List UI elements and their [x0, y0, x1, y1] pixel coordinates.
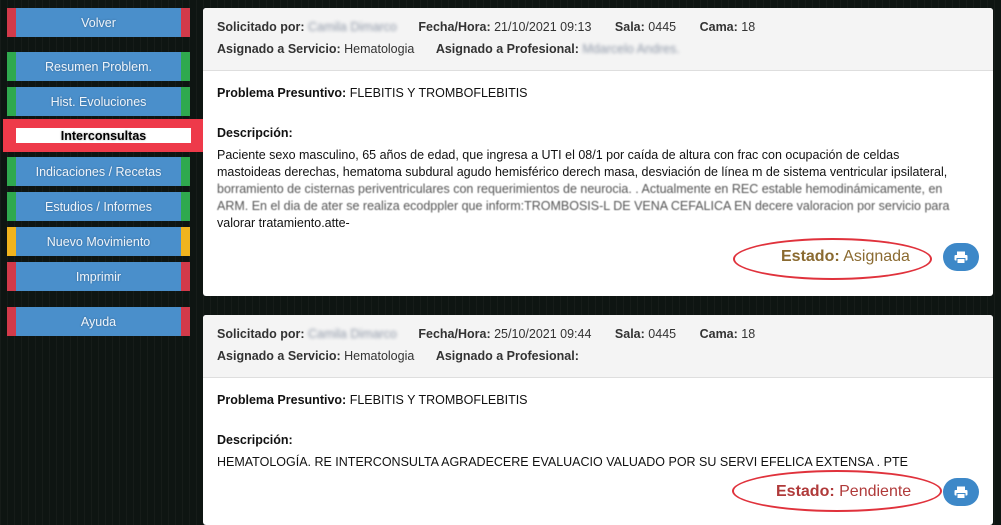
resumen-problemas-label: Resumen Problem.	[45, 59, 152, 74]
sala-value: 0445	[648, 20, 677, 34]
descripcion-line: ARM. En el dia de ater se realiza ecodpp…	[217, 199, 950, 213]
problema-row: Problema Presuntivo: FLEBITIS Y TROMBOFL…	[217, 85, 979, 102]
indicaciones-recetas-label: Indicaciones / Recetas	[35, 164, 162, 179]
nuevo-movimiento-button[interactable]: Nuevo Movimiento	[7, 227, 190, 256]
indicaciones-recetas-button[interactable]: Indicaciones / Recetas	[7, 157, 190, 186]
ayuda-button[interactable]: Ayuda	[7, 307, 190, 336]
printer-icon	[954, 486, 968, 499]
solicitado-label: Solicitado por:	[217, 327, 305, 341]
sala-label: Sala:	[614, 327, 645, 341]
solicitado-label: Solicitado por:	[217, 20, 305, 34]
fecha-label: Fecha/Hora:	[418, 327, 491, 341]
solicitado-value: Camila Dimarco	[307, 327, 397, 341]
interconsulta-card: Solicitado por: Camila Dimarco Fecha/Hor…	[203, 315, 993, 525]
imprimir-button[interactable]: Imprimir	[7, 262, 190, 291]
estado-label: Estado:	[781, 248, 840, 265]
descripcion-line: borramiento de cisternas periventricular…	[217, 182, 943, 196]
fecha-value: 25/10/2021 09:44	[494, 327, 592, 341]
card-meta-row: Solicitado por: Camila Dimarco Fecha/Hor…	[217, 323, 979, 345]
descripcion-line: mastoideas derechas, hematoma subdural a…	[217, 165, 948, 179]
descripcion-label: Descripción:	[217, 433, 293, 447]
problema-label: Problema Presuntivo:	[217, 393, 347, 407]
card-assign-row: Asignado a Servicio: Hematologia Asignad…	[217, 345, 979, 367]
card-body: Problema Presuntivo: FLEBITIS Y TROMBOFL…	[203, 71, 993, 232]
interconsultas-label: Interconsultas	[16, 128, 191, 143]
card-meta-row: Solicitado por: Camila Dimarco Fecha/Hor…	[217, 16, 979, 38]
profesional-value: Mdarcelo Andres.	[582, 42, 680, 56]
print-button[interactable]	[943, 243, 979, 271]
estado-label: Estado:	[776, 483, 835, 500]
cama-value: 18	[741, 20, 756, 34]
estado-value: Asignada	[843, 248, 910, 265]
descripcion-label: Descripción:	[217, 126, 293, 140]
hist-evoluciones-button[interactable]: Hist. Evoluciones	[7, 87, 190, 116]
estudios-informes-label: Estudios / Informes	[45, 199, 152, 214]
interconsultas-button[interactable]: Interconsultas	[3, 119, 204, 152]
fecha-value: 21/10/2021 09:13	[494, 20, 592, 34]
problema-row: Problema Presuntivo: FLEBITIS Y TROMBOFL…	[217, 392, 979, 409]
sala-label: Sala:	[614, 20, 645, 34]
cama-label: Cama:	[699, 20, 738, 34]
cama-value: 18	[741, 327, 756, 341]
hist-evoluciones-label: Hist. Evoluciones	[50, 94, 147, 109]
descripcion-line: HEMATOLOGÍA. RE INTERCONSULTA AGRADECERE…	[217, 455, 908, 469]
volver-button[interactable]: Volver	[7, 8, 190, 37]
profesional-label: Asignado a Profesional:	[435, 349, 579, 363]
descripcion-text: Paciente sexo masculino, 65 años de edad…	[217, 147, 979, 232]
profesional-label: Asignado a Profesional:	[435, 42, 579, 56]
problema-label: Problema Presuntivo:	[217, 86, 347, 100]
problema-value: FLEBITIS Y TROMBOFLEBITIS	[349, 86, 528, 100]
ayuda-label: Ayuda	[80, 314, 117, 329]
sala-value: 0445	[648, 327, 677, 341]
card-header: Solicitado por: Camila Dimarco Fecha/Hor…	[203, 8, 993, 71]
fecha-label: Fecha/Hora:	[418, 20, 491, 34]
solicitado-value: Camila Dimarco	[307, 20, 397, 34]
nuevo-movimiento-label: Nuevo Movimiento	[46, 234, 151, 249]
servicio-label: Asignado a Servicio:	[217, 42, 341, 56]
servicio-value: Hematologia	[344, 42, 415, 56]
estado-status: Estado: Asignada	[781, 248, 910, 266]
card-header: Solicitado por: Camila Dimarco Fecha/Hor…	[203, 315, 993, 378]
interconsulta-card: Solicitado por: Camila Dimarco Fecha/Hor…	[203, 8, 993, 296]
servicio-label: Asignado a Servicio:	[217, 349, 341, 363]
volver-label: Volver	[81, 15, 116, 30]
imprimir-label: Imprimir	[75, 269, 122, 284]
estudios-informes-button[interactable]: Estudios / Informes	[7, 192, 190, 221]
card-assign-row: Asignado a Servicio: Hematologia Asignad…	[217, 38, 979, 60]
descripcion-line: valorar tratamiento.atte-	[217, 216, 350, 230]
estado-value: Pendiente	[839, 483, 912, 500]
printer-icon	[954, 251, 968, 264]
card-body: Problema Presuntivo: FLEBITIS Y TROMBOFL…	[203, 378, 993, 471]
print-button[interactable]	[943, 478, 979, 506]
problema-value: FLEBITIS Y TROMBOFLEBITIS	[349, 393, 528, 407]
cama-label: Cama:	[699, 327, 738, 341]
estado-status: Estado: Pendiente	[776, 483, 911, 501]
resumen-problemas-button[interactable]: Resumen Problem.	[7, 52, 190, 81]
descripcion-text: HEMATOLOGÍA. RE INTERCONSULTA AGRADECERE…	[217, 454, 979, 471]
servicio-value: Hematologia	[344, 349, 415, 363]
sidebar: Volver Resumen Problem. Hist. Evolucione…	[0, 0, 204, 517]
descripcion-line: Paciente sexo masculino, 65 años de edad…	[217, 148, 900, 162]
